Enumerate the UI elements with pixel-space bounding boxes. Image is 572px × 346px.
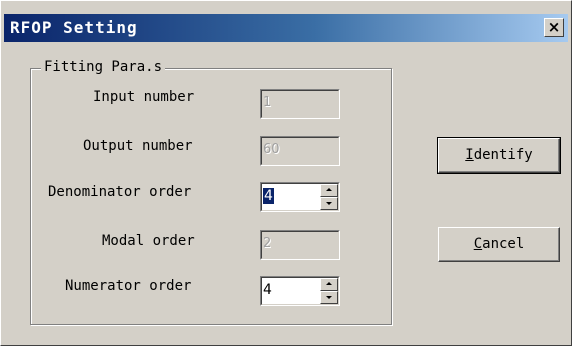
denominator-order-label: Denominator order: [48, 184, 192, 200]
arrow-down-icon: [326, 202, 332, 205]
numerator-order-increment[interactable]: [320, 278, 338, 291]
groupbox-label: Fitting Para.s: [41, 59, 166, 75]
numerator-order-label: Numerator order: [65, 278, 192, 294]
numerator-order-spin-buttons: [320, 278, 338, 304]
window-title: RFOP Setting: [10, 18, 138, 37]
input-number-field: 1: [260, 89, 340, 119]
denominator-order-value[interactable]: 4: [263, 188, 274, 204]
arrow-down-icon: [326, 296, 332, 299]
input-number-value: 1: [263, 95, 272, 110]
output-number-label: Output number: [83, 138, 193, 154]
output-number-value: 60: [263, 142, 280, 157]
title-bar[interactable]: RFOP Setting ×: [4, 14, 568, 42]
numerator-order-decrement[interactable]: [320, 291, 338, 304]
close-button[interactable]: ×: [544, 18, 564, 37]
denominator-order-spinner[interactable]: 4: [260, 182, 340, 212]
arrow-up-icon: [326, 188, 332, 191]
numerator-order-value[interactable]: 4: [263, 282, 272, 298]
identify-mnemonic: I: [465, 147, 474, 163]
denominator-order-decrement[interactable]: [320, 197, 338, 210]
arrow-up-icon: [326, 282, 332, 285]
output-number-field: 60: [260, 136, 340, 166]
numerator-order-spinner[interactable]: 4: [260, 276, 340, 306]
identify-button[interactable]: Identify: [437, 137, 561, 174]
cancel-button[interactable]: Cancel: [438, 227, 560, 262]
denominator-order-increment[interactable]: [320, 184, 338, 197]
modal-order-value: 2: [263, 236, 272, 251]
cancel-label-rest: ancel: [482, 236, 525, 252]
input-number-label: Input number: [93, 89, 195, 105]
dialog-window: RFOP Setting × Fitting Para.s Input numb…: [0, 0, 572, 346]
modal-order-field: 2: [260, 230, 340, 260]
close-icon: ×: [547, 18, 561, 36]
modal-order-label: Modal order: [102, 233, 195, 249]
cancel-mnemonic: C: [473, 236, 483, 252]
identify-label-rest: dentify: [473, 147, 533, 163]
denominator-order-spin-buttons: [320, 184, 338, 210]
